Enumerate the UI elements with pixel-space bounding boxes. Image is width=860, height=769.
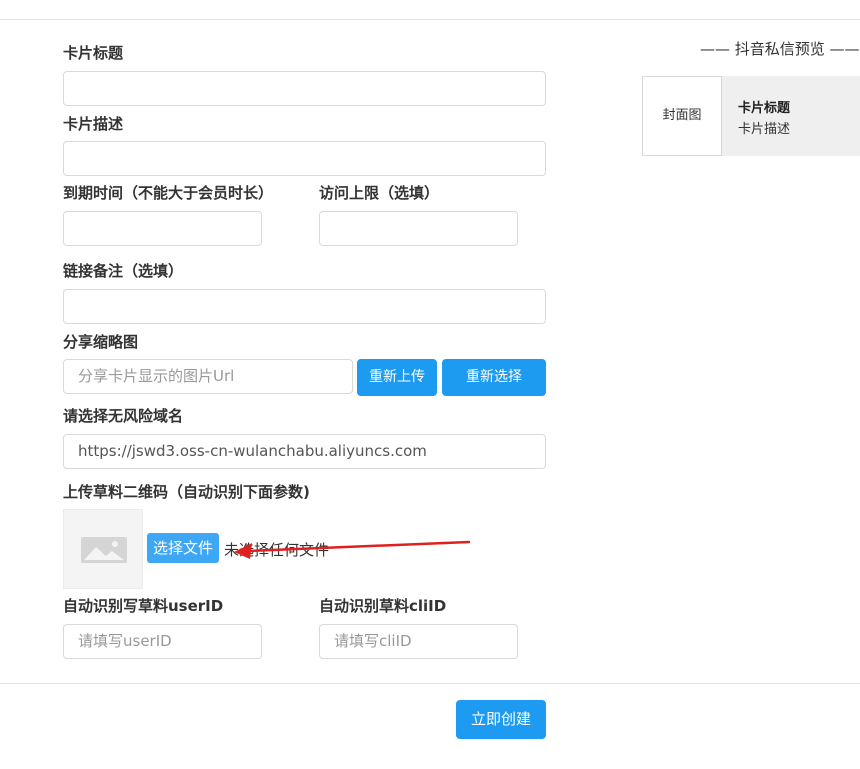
bottom-divider: [0, 683, 860, 684]
card-title-label: 卡片标题: [63, 44, 124, 62]
card-title-input[interactable]: [63, 71, 546, 106]
domain-select[interactable]: https://jswd3.oss-cn-wulanchabu.aliyuncs…: [63, 434, 546, 469]
create-now-button[interactable]: 立即创建: [456, 700, 546, 739]
no-file-chosen-text: 未选择任何文件: [224, 541, 330, 559]
qr-upload-label: 上传草料二维码（自动识别下面参数): [63, 483, 310, 501]
preview-card: 封面图 卡片标题 卡片描述: [642, 76, 860, 156]
link-note-label: 链接备注（选填）: [63, 262, 184, 280]
link-note-input[interactable]: [63, 289, 546, 324]
userid-input[interactable]: 请填写userID: [63, 624, 262, 659]
preview-cover: 封面图: [642, 76, 722, 156]
preview-card-desc: 卡片描述: [738, 122, 791, 137]
userid-label: 自动识别写草料userID: [63, 597, 224, 615]
card-desc-label: 卡片描述: [63, 115, 124, 133]
cliid-label: 自动识别草料cliID: [319, 597, 447, 615]
reupload-button[interactable]: 重新上传: [357, 359, 437, 396]
share-thumb-label: 分享缩略图: [63, 333, 139, 351]
expiry-label: 到期时间（不能大于会员时长）: [63, 184, 274, 202]
card-desc-input[interactable]: [63, 141, 546, 176]
reselect-button[interactable]: 重新选择: [442, 359, 546, 396]
preview-card-title: 卡片标题: [738, 101, 791, 116]
expiry-input[interactable]: [63, 211, 262, 246]
cliid-input[interactable]: 请填写cliID: [319, 624, 518, 659]
visit-limit-input[interactable]: [319, 211, 518, 246]
share-thumb-url-input[interactable]: 分享卡片显示的图片Url: [63, 359, 353, 394]
qr-thumbnail: [63, 509, 143, 589]
preview-heading: —— 抖音私信预览 ——: [700, 40, 860, 58]
choose-file-button[interactable]: 选择文件: [147, 533, 219, 563]
image-placeholder-icon: [81, 537, 127, 563]
domain-label: 请选择无风险域名: [63, 407, 184, 425]
top-divider: [0, 19, 860, 20]
visit-limit-label: 访问上限（选填）: [319, 184, 440, 202]
